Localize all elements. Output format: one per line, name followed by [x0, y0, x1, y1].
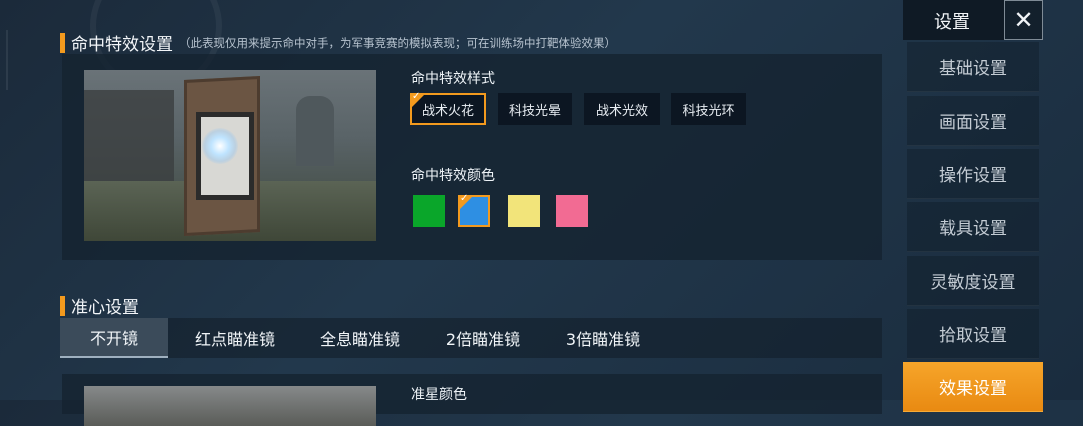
tab-label: 2倍瞄准镜	[445, 330, 521, 349]
tab-red-dot[interactable]: 红点瞄准镜	[180, 318, 290, 358]
sidebar-item-label: 基础设置	[939, 59, 1007, 79]
sidebar-item-effects[interactable]: 效果设置	[903, 362, 1043, 412]
section-accent-bar	[60, 295, 65, 316]
hit-effects-title: 命中特效设置	[71, 35, 173, 55]
tab-holographic[interactable]: 全息瞄准镜	[300, 318, 420, 358]
hit-style-option-1[interactable]: ✓ 战术火花	[410, 91, 486, 125]
sidebar-item-label: 操作设置	[939, 166, 1007, 186]
hit-effects-header: 命中特效设置 （此表现仅用来提示命中对手，为军事竞赛的模拟表现；可在训练场中打靶…	[60, 30, 616, 55]
sidebar-item-label: 灵敏度设置	[930, 273, 1016, 293]
sidebar-item-label: 拾取设置	[939, 326, 1007, 346]
sidebar-item-label: 画面设置	[939, 113, 1007, 133]
hit-style-option-label: 战术光效	[595, 103, 648, 119]
sidebar-item-vehicle[interactable]: 载具设置	[907, 202, 1039, 252]
sidebar-item-pickup[interactable]: 拾取设置	[907, 309, 1039, 359]
section-accent-bar	[60, 32, 65, 53]
tab-label: 3倍瞄准镜	[565, 330, 641, 349]
crosshair-title: 准心设置	[71, 298, 139, 318]
hit-style-label: 命中特效样式	[411, 71, 495, 87]
hit-effects-note: （此表现仅用来提示命中对手，为军事竞赛的模拟表现；可在训练场中打靶体验效果）	[179, 35, 616, 50]
hit-style-option-label: 科技光晕	[508, 103, 561, 119]
tab-3x-scope[interactable]: 3倍瞄准镜	[548, 318, 658, 358]
color-swatch-green[interactable]	[413, 195, 445, 227]
sidebar-item-graphics[interactable]: 画面设置	[907, 96, 1039, 146]
crosshair-color-label: 准星颜色	[411, 387, 467, 403]
hit-style-option-4[interactable]: 科技光环	[671, 93, 746, 125]
tab-label: 不开镜	[89, 329, 138, 348]
sidebar-item-sensitivity[interactable]: 灵敏度设置	[907, 256, 1039, 306]
sidebar-item-basic[interactable]: 基础设置	[907, 42, 1039, 92]
background-line	[6, 30, 8, 90]
hit-effect-preview-image	[84, 70, 376, 241]
hit-style-option-label: 科技光环	[682, 103, 735, 119]
hit-style-option-2[interactable]: 科技光晕	[498, 93, 572, 125]
tab-no-scope[interactable]: 不开镜	[60, 318, 168, 358]
hit-color-label: 命中特效颜色	[411, 168, 495, 184]
crosshair-preview-image	[84, 386, 376, 426]
sidebar-item-label: 载具设置	[939, 219, 1007, 239]
tab-2x-scope[interactable]: 2倍瞄准镜	[428, 318, 538, 358]
hit-style-option-3[interactable]: 战术光效	[584, 93, 660, 125]
tab-label: 全息瞄准镜	[319, 330, 400, 349]
close-icon: ✕	[1013, 6, 1034, 34]
color-swatch-pink[interactable]	[556, 195, 588, 227]
tab-label: 红点瞄准镜	[194, 330, 275, 349]
sidebar-item-controls[interactable]: 操作设置	[907, 149, 1039, 199]
sidebar-item-label: 效果设置	[939, 379, 1007, 399]
close-button[interactable]: ✕	[1004, 0, 1043, 40]
crosshair-panel	[62, 374, 882, 426]
crosshair-header: 准心设置	[60, 293, 139, 318]
color-swatch-yellow[interactable]	[508, 195, 540, 227]
settings-title: 设置	[934, 12, 970, 33]
hit-style-option-label: 战术火花	[421, 103, 474, 119]
color-swatch-blue[interactable]: ✓	[458, 193, 490, 227]
crosshair-tabs: 不开镜 红点瞄准镜 全息瞄准镜 2倍瞄准镜 3倍瞄准镜	[60, 318, 882, 358]
